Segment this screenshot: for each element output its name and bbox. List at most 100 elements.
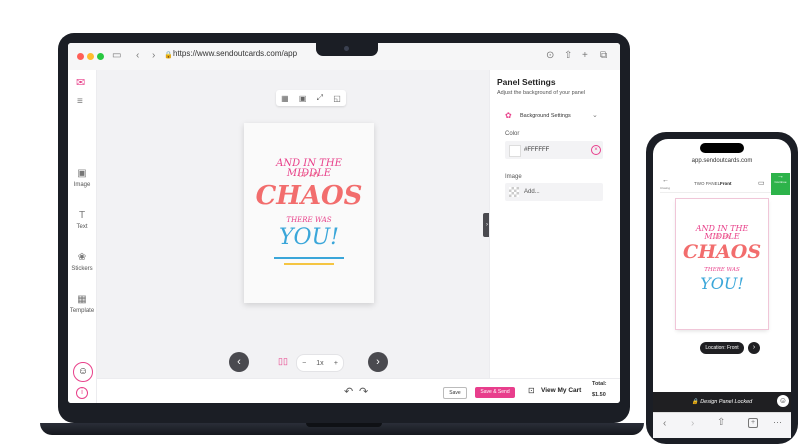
color-value: #FFFFFF bbox=[524, 147, 550, 153]
sidebar-item-stickers[interactable]: ❀ Stickers bbox=[68, 252, 96, 272]
phone-card-preview[interactable]: AND IN THE MIDDLE OF MY CHAOS THERE WAS … bbox=[676, 199, 768, 329]
zoom-value: 1x bbox=[316, 359, 324, 367]
canvas-toolbar: ▦ ▣ ⤢ ◱ bbox=[276, 90, 346, 106]
cart-icon[interactable]: ⊡ bbox=[528, 386, 535, 395]
phone-left-label: Closing bbox=[660, 186, 671, 190]
template-icon: ▦ bbox=[77, 294, 87, 305]
color-field[interactable]: #FFFFFF × bbox=[505, 141, 603, 159]
brand-logo[interactable]: ✉ bbox=[76, 76, 85, 89]
sidebar-item-label: Stickers bbox=[71, 266, 93, 272]
phone-right-label: Continue bbox=[774, 180, 787, 184]
back-icon[interactable]: ‹ bbox=[136, 50, 139, 62]
maximize-window-button[interactable] bbox=[97, 53, 104, 60]
phone-address-bar[interactable]: app.sendoutcards.com bbox=[653, 158, 791, 164]
phone-card-line-5: YOU! bbox=[700, 274, 744, 293]
lock-icon: 🔒 bbox=[164, 52, 173, 59]
phone-next-button[interactable]: › bbox=[748, 342, 760, 354]
phone-browser-toolbar: ‹ › ⇧ + ⋯ bbox=[653, 412, 791, 438]
card-underline bbox=[274, 257, 344, 259]
phone-share-icon[interactable]: ⇧ bbox=[717, 417, 725, 428]
help-avatar-icon[interactable]: ☺ bbox=[73, 362, 93, 382]
zoom-out-button[interactable]: − bbox=[302, 360, 306, 367]
info-icon[interactable]: i bbox=[76, 387, 88, 399]
sidebar-toggle-icon[interactable]: ▭ bbox=[112, 50, 121, 62]
forward-icon[interactable]: › bbox=[152, 50, 155, 62]
laptop-base-notch bbox=[306, 423, 382, 427]
image-add-label: Add... bbox=[524, 189, 540, 195]
card-line-4: THERE WAS bbox=[286, 216, 332, 224]
card-underline bbox=[284, 263, 334, 265]
sidebar-item-text[interactable]: T Text bbox=[68, 210, 96, 230]
image-placeholder-icon bbox=[509, 187, 519, 197]
image-icon: ▣ bbox=[77, 168, 87, 179]
total-label: Total: bbox=[592, 381, 607, 387]
sidebar-item-image[interactable]: ▣ Image bbox=[68, 168, 96, 188]
panel-subtitle: Adjust the background of your panel bbox=[497, 90, 586, 96]
share-icon[interactable]: ⇧ bbox=[564, 50, 572, 62]
phone-continue-button[interactable]: → Continue bbox=[771, 173, 790, 195]
phone-back-nav-icon[interactable]: ‹ bbox=[663, 418, 666, 429]
phone-header: ← Closing TWO PANEL: Front ▭ → Continue bbox=[660, 173, 790, 195]
background-settings-label[interactable]: Background Settings bbox=[520, 113, 571, 119]
prev-panel-button[interactable]: ‹ bbox=[229, 352, 249, 372]
grid-icon[interactable]: ▦ bbox=[281, 94, 289, 103]
next-panel-button[interactable]: › bbox=[368, 352, 388, 372]
phone-panel-label: TWO PANEL: bbox=[694, 181, 722, 186]
zoom-in-button[interactable]: + bbox=[334, 360, 338, 367]
panel-title: Panel Settings bbox=[497, 77, 556, 87]
tabs-overview-icon[interactable]: ⧉ bbox=[600, 50, 607, 62]
text-icon: T bbox=[78, 210, 86, 221]
sticker-icon: ❀ bbox=[77, 252, 87, 263]
phone-forward-nav-icon[interactable]: › bbox=[691, 418, 694, 429]
save-and-send-button[interactable]: Save & Send bbox=[475, 387, 515, 398]
dynamic-island bbox=[700, 143, 744, 153]
total-value: $1.50 bbox=[592, 392, 606, 398]
card-line-3: CHAOS bbox=[255, 181, 363, 211]
download-icon[interactable]: ⊙ bbox=[546, 50, 554, 62]
card-line-5: YOU! bbox=[279, 225, 339, 250]
card-preview[interactable]: AND IN THE MIDDLE OF MY CHAOS THERE WAS … bbox=[244, 123, 374, 303]
phone-more-icon[interactable]: ⋯ bbox=[773, 417, 782, 428]
laptop-screen: ▭ ‹ › 🔒 https://www.sendoutcards.com/app… bbox=[68, 43, 620, 403]
photo-icon[interactable]: ▣ bbox=[299, 94, 307, 103]
location-pill[interactable]: Location: Front bbox=[700, 342, 744, 354]
zoom-control: − 1x + bbox=[296, 354, 344, 372]
menu-icon[interactable]: ≡ bbox=[77, 96, 83, 107]
sidebar-item-template[interactable]: ▦ Template bbox=[68, 294, 96, 314]
redo-icon[interactable]: ↷ bbox=[359, 385, 368, 398]
color-swatch bbox=[509, 145, 521, 157]
phone-back-icon[interactable]: ← bbox=[662, 177, 669, 184]
book-icon[interactable]: ▯▯ bbox=[278, 356, 288, 367]
crop-icon[interactable]: ◱ bbox=[333, 94, 341, 103]
new-tab-icon[interactable]: + bbox=[582, 50, 588, 62]
phone-help-icon[interactable]: ☺ bbox=[777, 395, 789, 407]
locked-label: Design Panel Locked bbox=[700, 399, 753, 405]
view-cart-link[interactable]: View My Cart bbox=[541, 387, 581, 394]
clear-color-icon[interactable]: × bbox=[591, 145, 601, 155]
card-line-2: OF MY bbox=[298, 172, 320, 179]
address-bar[interactable]: https://www.sendoutcards.com/app bbox=[173, 49, 297, 58]
expand-icon[interactable]: ⤢ bbox=[317, 93, 323, 103]
phone-card-line-2: OF MY bbox=[713, 234, 731, 240]
chevron-down-icon[interactable]: ⌄ bbox=[592, 111, 598, 119]
color-label: Color bbox=[505, 131, 520, 137]
save-button[interactable]: Save bbox=[443, 387, 467, 399]
camera bbox=[344, 46, 349, 51]
phone-card-line-4: THERE WAS bbox=[704, 267, 740, 273]
image-add-field[interactable]: Add... bbox=[505, 183, 603, 201]
minimize-window-button[interactable] bbox=[87, 53, 94, 60]
editor-footer: ↶ ↷ Save Save & Send ⊡ View My Cart Tota… bbox=[97, 378, 620, 403]
phone-card-line-3: CHAOS bbox=[682, 241, 762, 263]
close-window-button[interactable] bbox=[77, 53, 84, 60]
sidebar-item-label: Image bbox=[73, 182, 91, 188]
location-label: Location: bbox=[705, 345, 726, 351]
phone-new-tab-icon[interactable]: + bbox=[748, 418, 758, 428]
palette-icon: ✿ bbox=[505, 111, 512, 120]
phone-camera-icon[interactable]: ▭ bbox=[758, 179, 765, 187]
sidebar-item-label: Text bbox=[76, 224, 88, 230]
image-label: Image bbox=[505, 174, 522, 180]
location-value: Front bbox=[727, 345, 739, 351]
phone-panel-value: Front bbox=[720, 181, 732, 186]
left-sidebar: ✉ ≡ ▣ Image T Text ❀ Stickers ▦ Template… bbox=[68, 70, 97, 403]
undo-icon[interactable]: ↶ bbox=[344, 385, 353, 398]
